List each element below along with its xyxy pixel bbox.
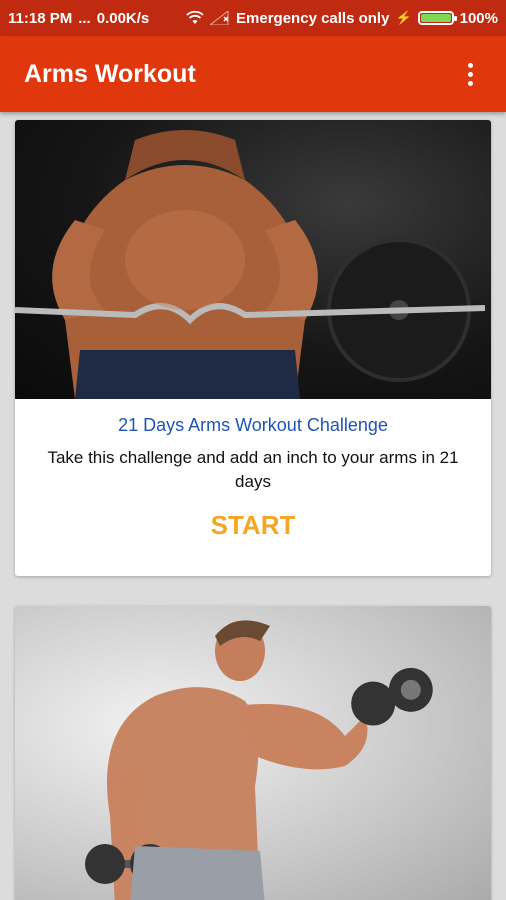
- workout-card[interactable]: [15, 606, 491, 900]
- challenge-card-body: 21 Days Arms Workout Challenge Take this…: [15, 399, 491, 557]
- dumbbell-workout-image: [15, 606, 491, 900]
- workout-list[interactable]: 21 Days Arms Workout Challenge Take this…: [0, 112, 506, 900]
- status-time: 11:18 PM: [8, 9, 73, 27]
- app-title: Arms Workout: [24, 59, 196, 88]
- challenge-description: Take this challenge and add an inch to y…: [47, 448, 459, 491]
- wifi-icon: [186, 11, 204, 24]
- challenge-card: 21 Days Arms Workout Challenge Take this…: [15, 120, 491, 576]
- app-bar: Arms Workout: [0, 36, 506, 112]
- signal-icon: [210, 11, 229, 25]
- overflow-menu-icon[interactable]: [458, 59, 482, 89]
- status-net-speed: 0.00K/s: [96, 9, 150, 27]
- challenge-title: 21 Days Arms Workout Challenge: [118, 415, 388, 435]
- status-dots: ...: [78, 9, 91, 27]
- status-battery: 100%: [459, 9, 498, 27]
- arms-challenge-image: [15, 120, 491, 399]
- start-button[interactable]: START: [211, 510, 296, 541]
- status-bar: 11:18 PM ... 0.00K/s Emergency calls onl…: [0, 0, 506, 36]
- status-carrier: Emergency calls only: [236, 9, 390, 27]
- charging-icon: ⚡: [395, 10, 412, 25]
- battery-icon: [417, 11, 457, 25]
